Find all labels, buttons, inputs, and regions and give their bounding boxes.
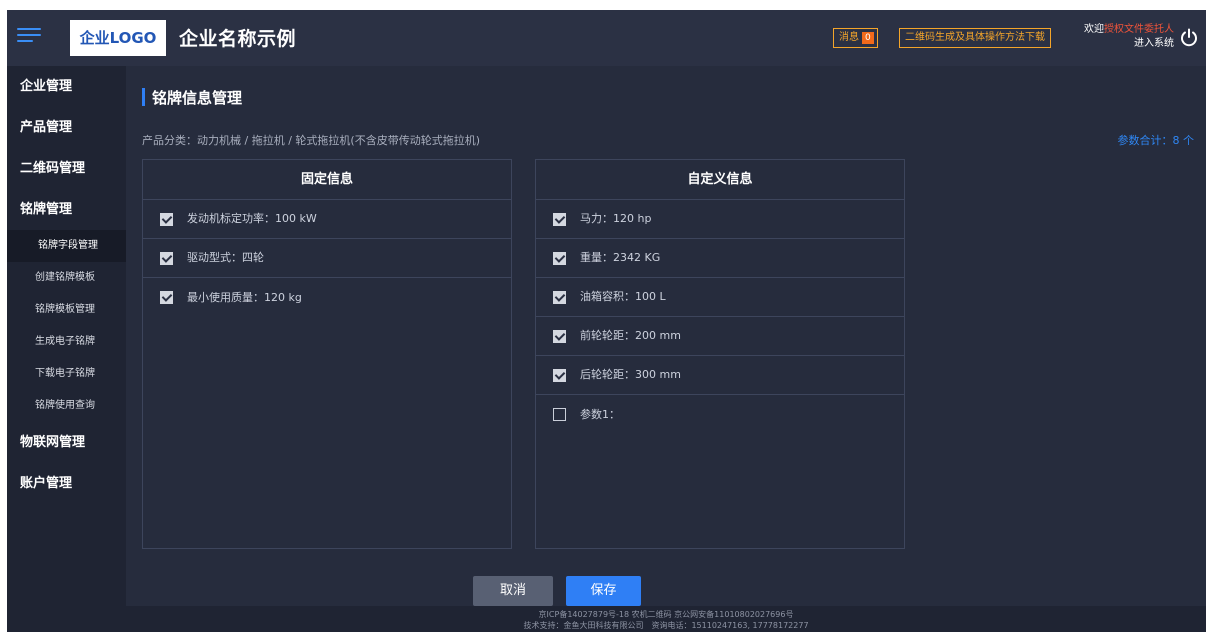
- power-icon[interactable]: [1179, 28, 1199, 48]
- page-footer: 京ICP备14027879号-18 农机二维码 京公网安备11010802027…: [126, 606, 1206, 632]
- welcome-user: 授权文件委托人: [1104, 24, 1174, 35]
- custom-row-label: 马力：120 hp: [580, 212, 652, 225]
- custom-row[interactable]: 参数1：: [536, 395, 904, 434]
- app-frame: 企业LOGO 企业名称示例 消息 0 二维码生成及具体操作方法下载 欢迎授权文件委…: [7, 10, 1206, 632]
- sidebar-item-qrcode[interactable]: 二维码管理: [7, 148, 126, 189]
- sidebar: 企业管理 产品管理 二维码管理 铭牌管理 铭牌字段管理 创建铭牌模板 铭牌模板管…: [7, 66, 126, 632]
- custom-row-label: 参数1：: [580, 407, 620, 421]
- sidebar-subitem-usage-query[interactable]: 铭牌使用查询: [7, 390, 126, 422]
- fixed-row[interactable]: 驱动型式：四轮: [143, 239, 511, 278]
- top-header: 企业LOGO 企业名称示例 消息 0 二维码生成及具体操作方法下载 欢迎授权文件委…: [7, 10, 1206, 66]
- fixed-row[interactable]: 最小使用质量：120 kg: [143, 278, 511, 317]
- fixed-row-label: 最小使用质量：120 kg: [187, 290, 302, 304]
- fixed-info-panel: 固定信息 发动机标定功率：100 kW 驱动型式：四轮 最小使用质量：120 k…: [142, 159, 512, 549]
- custom-row-label: 前轮轮距：200 mm: [580, 329, 681, 342]
- footer-support-line: 技术支持：金鱼大田科技有限公司 资询电话：15110247163, 177781…: [523, 621, 809, 630]
- cancel-button[interactable]: 取消: [473, 576, 553, 606]
- messages-button[interactable]: 消息 0: [833, 28, 878, 48]
- messages-label: 消息: [839, 32, 859, 43]
- fixed-info-title: 固定信息: [143, 160, 511, 200]
- sidebar-item-account[interactable]: 账户管理: [7, 463, 126, 504]
- company-name: 企业名称示例: [179, 28, 297, 50]
- welcome-prefix: 欢迎: [1084, 24, 1104, 35]
- custom-row-label: 后轮轮距：300 mm: [580, 368, 681, 381]
- checkbox-checked-icon[interactable]: [553, 368, 566, 382]
- fixed-row[interactable]: 发动机标定功率：100 kW: [143, 200, 511, 239]
- custom-info-panel: 自定义信息 马力：120 hp 重量：2342 KG 油箱容积：100 L 前轮…: [535, 159, 905, 549]
- main-content: 铭牌信息管理 产品分类：动力机械 / 拖拉机 / 轮式拖拉机(不含皮带传动轮式拖…: [126, 66, 1206, 606]
- sidebar-subitem-generate-nameplate[interactable]: 生成电子铭牌: [7, 326, 126, 358]
- sidebar-subitem-download-nameplate[interactable]: 下载电子铭牌: [7, 358, 126, 390]
- checkbox-checked-icon[interactable]: [553, 251, 566, 265]
- sidebar-item-nameplate[interactable]: 铭牌管理: [7, 189, 126, 230]
- footer-icp-line: 京ICP备14027879号-18 农机二维码 京公网安备11010802027…: [538, 610, 794, 619]
- company-logo: 企业LOGO: [70, 20, 166, 56]
- save-button[interactable]: 保存: [566, 576, 641, 606]
- parameter-total: 参数合计：8 个: [1117, 134, 1195, 147]
- custom-row[interactable]: 油箱容积：100 L: [536, 278, 904, 317]
- message-count-badge: 0: [862, 32, 874, 44]
- sidebar-item-enterprise[interactable]: 企业管理: [7, 66, 126, 107]
- checkbox-checked-icon[interactable]: [553, 212, 566, 226]
- page-title: 铭牌信息管理: [152, 89, 243, 107]
- checkbox-unchecked-icon[interactable]: [553, 408, 566, 421]
- checkbox-checked-icon[interactable]: [160, 291, 173, 304]
- checkbox-checked-icon[interactable]: [553, 329, 566, 343]
- menu-toggle-icon[interactable]: [17, 24, 41, 50]
- checkbox-checked-icon[interactable]: [160, 251, 173, 265]
- custom-row-label: 重量：2342 KG: [580, 251, 661, 264]
- fixed-row-label: 驱动型式：四轮: [187, 251, 264, 264]
- custom-row[interactable]: 后轮轮距：300 mm: [536, 356, 904, 395]
- sidebar-item-iot[interactable]: 物联网管理: [7, 422, 126, 463]
- custom-info-title: 自定义信息: [536, 160, 904, 200]
- title-accent-bar: [142, 88, 145, 106]
- product-category-breadcrumb: 产品分类：动力机械 / 拖拉机 / 轮式拖拉机(不含皮带传动轮式拖拉机): [142, 134, 480, 147]
- custom-row[interactable]: 马力：120 hp: [536, 200, 904, 239]
- custom-row-label: 油箱容积：100 L: [580, 290, 666, 303]
- welcome-block: 欢迎授权文件委托人 进入系统: [1084, 23, 1174, 51]
- sidebar-item-products[interactable]: 产品管理: [7, 107, 126, 148]
- custom-row[interactable]: 重量：2342 KG: [536, 239, 904, 278]
- custom-row[interactable]: 前轮轮距：200 mm: [536, 317, 904, 356]
- sidebar-subitem-field-management[interactable]: 铭牌字段管理: [7, 230, 126, 262]
- checkbox-checked-icon[interactable]: [553, 290, 566, 304]
- checkbox-checked-icon[interactable]: [160, 212, 173, 226]
- sidebar-subitem-template-management[interactable]: 铭牌模板管理: [7, 294, 126, 326]
- qr-guide-download-button[interactable]: 二维码生成及具体操作方法下载: [899, 28, 1051, 48]
- fixed-row-label: 发动机标定功率：100 kW: [187, 212, 317, 225]
- sidebar-subitem-create-template[interactable]: 创建铭牌模板: [7, 262, 126, 294]
- enter-system-link[interactable]: 进入系统: [1084, 37, 1174, 51]
